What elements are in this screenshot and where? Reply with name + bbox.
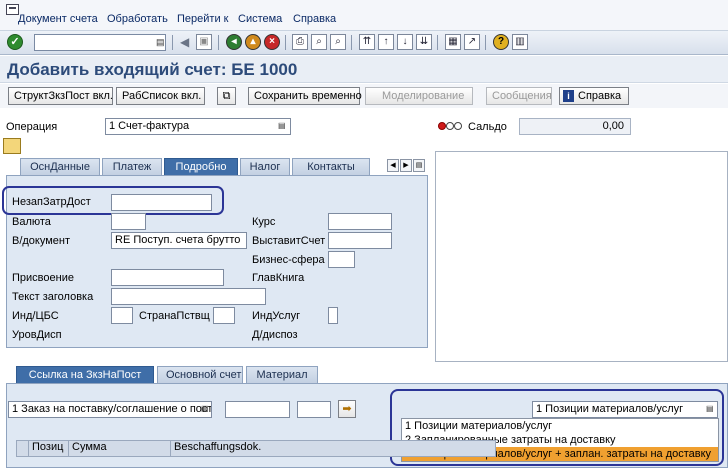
simulate-button[interactable]: Моделирование [365, 87, 473, 105]
tab-basic-data[interactable]: ОснДанные [20, 158, 100, 175]
operation-label: Операция [6, 121, 58, 133]
page-title: Добавить входящий счет: БЕ 1000 [7, 60, 298, 79]
tab-details[interactable]: Подробно [164, 158, 238, 175]
find-next-icon[interactable]: ⌕ [330, 34, 346, 50]
back-arrow-icon[interactable]: ◀ [180, 35, 189, 49]
business-area-input[interactable] [328, 251, 355, 268]
po-item-input[interactable] [297, 401, 331, 418]
find-icon[interactable]: ⌕ [311, 34, 327, 50]
dropdown-icon: ▤ [278, 121, 286, 130]
header-text-input[interactable] [111, 288, 266, 305]
messages-button[interactable]: Сообщения [486, 87, 552, 105]
toolbar-separator [485, 35, 486, 50]
menu-goto[interactable]: Перейти к [177, 13, 228, 25]
exchange-rate-input[interactable] [328, 213, 392, 230]
assignment-input[interactable] [111, 269, 224, 286]
status-traffic-light-icon [438, 122, 464, 131]
first-page-icon[interactable]: ⇈ [359, 34, 375, 50]
tab-scroll-right-icon[interactable]: ▶ [400, 159, 412, 172]
purchase-order-input[interactable] [225, 401, 290, 418]
execute-arrow-icon[interactable]: ➡ [338, 400, 356, 418]
display-variant-icon[interactable]: ⧉ [217, 87, 236, 105]
supplier-country-input[interactable] [213, 307, 235, 324]
field-label: Текст заголовка [12, 291, 94, 303]
tab-contacts[interactable]: Контакты [292, 158, 370, 175]
tab-payment[interactable]: Платеж [102, 158, 162, 175]
next-page-icon[interactable]: ↓ [397, 34, 413, 50]
tab-material[interactable]: Материал [246, 366, 318, 383]
layout-menu-icon[interactable]: ▥ [512, 34, 528, 50]
column-separator [68, 440, 69, 457]
save-icon[interactable]: ▣ [196, 34, 212, 50]
enter-check-icon[interactable]: ✓ [7, 34, 23, 50]
toolbar-separator [218, 35, 219, 50]
field-label: Д/диспоз [252, 329, 298, 341]
document-overview-panel [435, 151, 728, 362]
tab-po-reference[interactable]: Ссылка на ЗкзНаПост [16, 366, 154, 383]
service-indicator-input[interactable] [328, 307, 338, 324]
command-history-icon[interactable]: ▤ [156, 36, 165, 48]
tab-scroll-left-icon[interactable]: ◀ [387, 159, 399, 172]
po-structure-button[interactable]: СтруктЗкзПост вкл. [8, 87, 113, 105]
help-icon[interactable]: ? [493, 34, 509, 50]
command-field[interactable] [34, 34, 166, 51]
menu-document[interactable]: Документ счета [18, 13, 98, 25]
toolbar-separator [351, 35, 352, 50]
field-label: СтранаПствщ [139, 310, 210, 322]
menu-edit[interactable]: Обработать [107, 13, 168, 25]
column-separator [28, 440, 29, 457]
new-session-icon[interactable]: ▦ [445, 34, 461, 50]
column-header-amount[interactable]: Сумма [72, 441, 107, 453]
last-page-icon[interactable]: ⇊ [416, 34, 432, 50]
toolbar-separator [172, 35, 173, 50]
field-label: УровДисп [12, 329, 62, 341]
exit-icon[interactable]: ▴ [245, 34, 261, 50]
saldo-label: Сальдо [468, 121, 507, 133]
invoicing-party-input[interactable] [328, 232, 392, 249]
shortcut-icon[interactable]: ↗ [464, 34, 480, 50]
previous-page-icon[interactable]: ↑ [378, 34, 394, 50]
operation-select[interactable]: 1 Счет-фактура [105, 118, 291, 135]
field-label: ИндУслуг [252, 310, 301, 322]
field-label: Инд/ЦБС [12, 310, 59, 322]
menu-help[interactable]: Справка [293, 13, 336, 25]
field-label: Курс [252, 216, 276, 228]
menu-system[interactable]: Система [238, 13, 282, 25]
info-icon: i [563, 90, 574, 102]
clipboard-icon[interactable] [3, 138, 21, 154]
currency-input[interactable] [111, 213, 146, 230]
worklist-button[interactable]: РабСписок вкл. [116, 87, 205, 105]
cancel-icon[interactable]: × [264, 34, 280, 50]
toolbar-separator [437, 35, 438, 50]
toolbar-separator [285, 35, 286, 50]
reference-type-select[interactable]: 1 Заказ на поставку/соглашение о пост [8, 401, 212, 418]
field-label: Бизнес-сфера [252, 254, 325, 266]
saldo-value: 0,00 [519, 118, 631, 135]
field-label: Валюта [12, 216, 51, 228]
print-icon[interactable]: ⎙ [292, 34, 308, 50]
tab-list-icon[interactable]: ▤ [413, 159, 425, 172]
dropdown-icon: ▤ [201, 404, 209, 413]
column-separator [170, 440, 171, 457]
save-as-draft-button[interactable]: Сохранить временно [248, 87, 362, 105]
column-header-item[interactable]: Позиц [32, 441, 63, 453]
back-icon[interactable]: ◂ [226, 34, 242, 50]
tab-tax[interactable]: Налог [240, 158, 290, 175]
central-bank-indicator-input[interactable] [111, 307, 133, 324]
field-label: ГлавКнига [252, 272, 305, 284]
tab-gl-account[interactable]: Основной счет [157, 366, 243, 383]
highlight-annotation [2, 186, 224, 215]
column-header-purchasing-doc[interactable]: Beschaffungsdok. [174, 441, 261, 453]
field-label: ВыставитСчет [252, 235, 326, 247]
document-type-select[interactable]: RE Поступ. счета брутто [111, 232, 247, 249]
field-label: Присвоение [12, 272, 74, 284]
field-label: В/документ [12, 235, 71, 247]
